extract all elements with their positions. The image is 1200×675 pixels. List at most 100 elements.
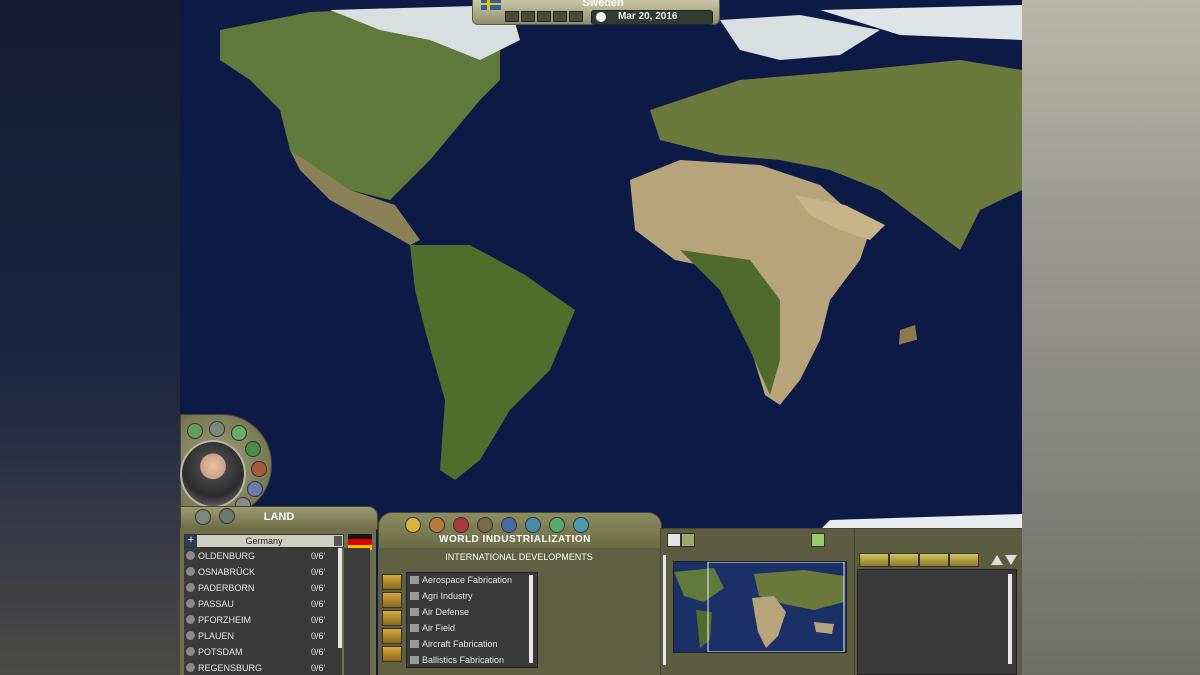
air-icon[interactable]	[231, 425, 247, 441]
find-icon[interactable]	[859, 553, 889, 567]
help-icon[interactable]	[949, 553, 979, 567]
globe-icon[interactable]	[501, 517, 517, 533]
sweden-flag-icon	[481, 0, 501, 10]
city-name: OSNABRÜCK	[198, 567, 256, 577]
city-list-scrollbar[interactable]	[338, 548, 370, 675]
research-icon[interactable]	[247, 481, 263, 497]
diplomacy-icon[interactable]	[251, 461, 267, 477]
backdrop-right	[1020, 0, 1200, 675]
city-value: 0/6'	[311, 631, 326, 641]
city-name: PADERBORN	[198, 583, 255, 593]
minimap-mode-button[interactable]	[681, 533, 695, 547]
city-value: 0/6'	[311, 615, 326, 625]
world-map[interactable]	[180, 0, 1022, 530]
scroll-up-icon[interactable]	[991, 555, 1003, 565]
resources-icon[interactable]	[429, 517, 445, 533]
city-value: 0/6'	[311, 551, 326, 561]
city-row[interactable]: REGENSBURG 0/6'	[184, 660, 342, 675]
speed-slow-icon[interactable]	[521, 11, 535, 22]
scrollbar-thumb[interactable]	[338, 548, 342, 648]
minimap-filter-button[interactable]	[811, 533, 825, 547]
city-icon	[186, 567, 195, 576]
world-icon[interactable]	[525, 517, 541, 533]
minimap[interactable]	[673, 561, 847, 653]
category-button[interactable]	[382, 610, 402, 626]
minimap-zoom-slider[interactable]	[663, 555, 666, 665]
category-button[interactable]	[382, 628, 402, 644]
market-icon[interactable]	[549, 517, 565, 533]
category-button[interactable]	[382, 646, 402, 662]
city-list[interactable]: OLDENBURG 0/6' OSNABRÜCK 0/6' PADERBORN 0/6…	[184, 548, 342, 675]
world-industrialization-tab[interactable]: WORLD INDUSTRIALIZATION	[378, 512, 662, 550]
city-row[interactable]: POTSDAM 0/6'	[184, 644, 342, 660]
development-list[interactable]: Aerospace Fabrication Agri Industry Air …	[406, 572, 538, 668]
statistics-icon[interactable]	[573, 517, 589, 533]
city-icon	[186, 615, 195, 624]
city-row[interactable]: PFORZHEIM 0/6'	[184, 612, 342, 628]
city-value: 0/6'	[311, 663, 326, 673]
pause-icon[interactable]	[505, 11, 519, 22]
industry-icon[interactable]	[405, 517, 421, 533]
city-icon	[186, 631, 195, 640]
city-name: OLDENBURG	[198, 551, 256, 561]
country-select[interactable]: + Germany	[184, 534, 344, 548]
game-viewport: Sweden Mar 20, 2016 LAND + Germany OLDEN…	[180, 0, 1022, 675]
land-tab[interactable]: LAND	[180, 506, 378, 530]
minimap-panel	[660, 528, 856, 675]
city-row[interactable]: PASSAU 0/6'	[184, 596, 342, 612]
development-item[interactable]: Air Field	[407, 621, 537, 637]
game-date: Mar 20, 2016	[618, 11, 678, 22]
speed-normal-icon[interactable]	[537, 11, 551, 22]
development-list-scrollbar[interactable]	[529, 575, 533, 663]
scroll-down-icon[interactable]	[1005, 555, 1017, 565]
development-name: Air Field	[422, 623, 456, 633]
category-button[interactable]	[382, 592, 402, 608]
city-name: PLAUEN	[198, 631, 235, 641]
trade-icon[interactable]	[245, 441, 261, 457]
air-defense-icon	[410, 608, 419, 616]
expand-plus-button[interactable]: +	[185, 535, 197, 547]
city-icon	[186, 663, 195, 672]
dropdown-arrow-icon[interactable]	[334, 536, 342, 546]
city-value: 0/6'	[311, 567, 326, 577]
leader-portrait[interactable]	[180, 440, 246, 508]
production-icon[interactable]	[477, 517, 493, 533]
city-icon	[186, 599, 195, 608]
development-item[interactable]: Agri Industry	[407, 589, 537, 605]
player-country-name: Sweden	[582, 0, 624, 9]
development-item[interactable]: Ballistics Fabrication	[407, 653, 537, 667]
city-icon	[186, 647, 195, 656]
city-value: 0/6'	[311, 647, 326, 657]
development-item[interactable]: Aircraft Fabrication	[407, 637, 537, 653]
city-value: 0/6'	[311, 583, 326, 593]
city-icon	[186, 551, 195, 560]
industrialization-panel: INTERNATIONAL DEVELOPMENTS Aerospace Fab…	[378, 548, 660, 675]
city-row[interactable]: PLAUEN 0/6'	[184, 628, 342, 644]
speed-fast-icon[interactable]	[553, 11, 567, 22]
city-value: 0/6'	[311, 599, 326, 609]
minimap-toggle-button[interactable]	[667, 533, 681, 547]
city-row[interactable]: PADERBORN 0/6'	[184, 580, 342, 596]
city-name: PASSAU	[198, 599, 234, 609]
message-icon[interactable]	[919, 553, 949, 567]
development-name: Ballistics Fabrication	[422, 655, 505, 665]
land-title: LAND	[263, 511, 295, 523]
city-icon	[186, 583, 195, 592]
backdrop-left	[0, 0, 180, 675]
aircraft-icon	[410, 576, 419, 584]
army-icon[interactable]	[187, 423, 203, 439]
city-row[interactable]: OSNABRÜCK 0/6'	[184, 564, 342, 580]
city-row[interactable]: OLDENBURG 0/6'	[184, 548, 342, 564]
development-name: Air Defense	[422, 607, 470, 617]
development-item[interactable]: Aerospace Fabrication	[407, 573, 537, 589]
info-scrollbar[interactable]	[1008, 574, 1012, 664]
speed-max-icon[interactable]	[569, 11, 583, 22]
development-name: Aircraft Fabrication	[422, 639, 498, 649]
military-icon[interactable]	[453, 517, 469, 533]
development-item[interactable]: Air Defense	[407, 605, 537, 621]
navy-icon[interactable]	[209, 421, 225, 437]
development-name: Aerospace Fabrication	[422, 575, 513, 585]
land-panel: + Germany OLDENBURG 0/6' OSNABRÜCK 0/6' PA…	[180, 528, 376, 675]
category-button[interactable]	[382, 574, 402, 590]
mail-icon[interactable]	[889, 553, 919, 567]
